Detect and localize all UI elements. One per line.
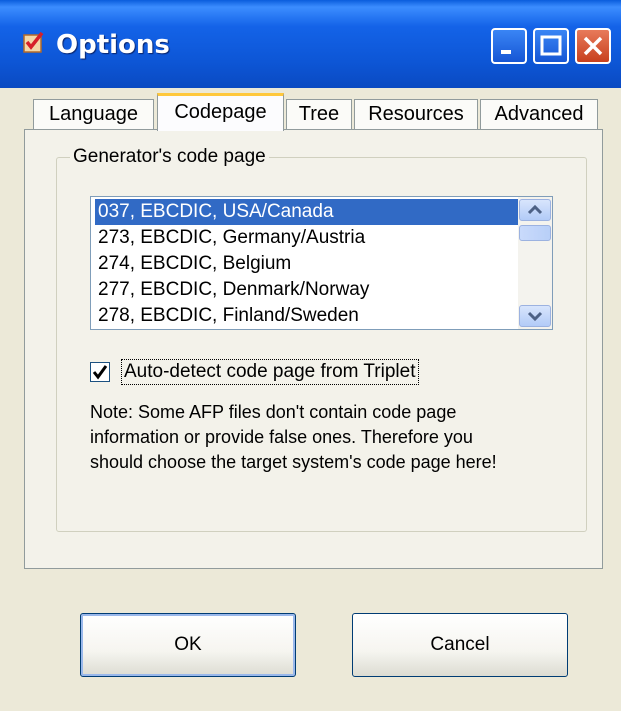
list-item[interactable]: 274, EBCDIC, Belgium [95, 251, 518, 277]
note-line: Note: Some AFP files don't contain code … [90, 402, 457, 422]
title-bar[interactable]: Options [0, 0, 621, 88]
cancel-button[interactable]: Cancel [352, 613, 568, 677]
tab-tree[interactable]: Tree [286, 99, 352, 129]
maximize-button[interactable] [533, 28, 569, 64]
scroll-thumb[interactable] [519, 225, 551, 241]
list-item[interactable]: 277, EBCDIC, Denmark/Norway [95, 277, 518, 303]
options-dialog: Options Language Codepage Tree Resources… [0, 0, 621, 711]
ok-button[interactable]: OK [80, 613, 296, 677]
tab-label: Codepage [174, 101, 267, 123]
auto-detect-label[interactable]: Auto-detect code page from Triplet [121, 359, 419, 385]
scroll-up-button[interactable] [519, 199, 551, 221]
tab-label: Resources [368, 103, 464, 125]
tab-codepage[interactable]: Codepage [157, 93, 284, 131]
minimize-button[interactable] [491, 28, 527, 64]
list-item[interactable]: 273, EBCDIC, Germany/Austria [95, 225, 518, 251]
note-line: should choose the target system's code p… [90, 452, 497, 472]
maximize-icon [540, 35, 562, 56]
note-text: Note: Some AFP files don't contain code … [90, 400, 570, 475]
tab-label: Advanced [494, 103, 584, 125]
close-icon [583, 36, 603, 56]
tab-advanced[interactable]: Advanced [480, 99, 598, 129]
tab-language[interactable]: Language [33, 99, 154, 129]
tab-label: Language [49, 103, 138, 125]
groupbox-label: Generator's code page [70, 146, 269, 168]
tab-label: Tree [298, 103, 340, 125]
chevron-down-icon [527, 311, 543, 322]
auto-detect-checkbox[interactable] [90, 362, 110, 382]
vertical-scrollbar[interactable] [518, 197, 552, 329]
list-item[interactable]: 037, EBCDIC, USA/Canada [95, 199, 518, 225]
tab-resources[interactable]: Resources [354, 99, 478, 129]
codepage-listbox[interactable]: 037, EBCDIC, USA/Canada 273, EBCDIC, Ger… [90, 196, 553, 330]
chevron-up-icon [527, 204, 543, 215]
list-item[interactable]: 278, EBCDIC, Finland/Sweden [95, 303, 518, 329]
scroll-down-button[interactable] [519, 305, 551, 327]
minimize-icon [501, 50, 511, 54]
window-title: Options [56, 30, 170, 60]
app-checkbox-icon [23, 31, 44, 53]
checkmark-icon [92, 365, 108, 380]
note-line: information or provide false ones. There… [90, 427, 473, 447]
close-button[interactable] [575, 28, 611, 64]
